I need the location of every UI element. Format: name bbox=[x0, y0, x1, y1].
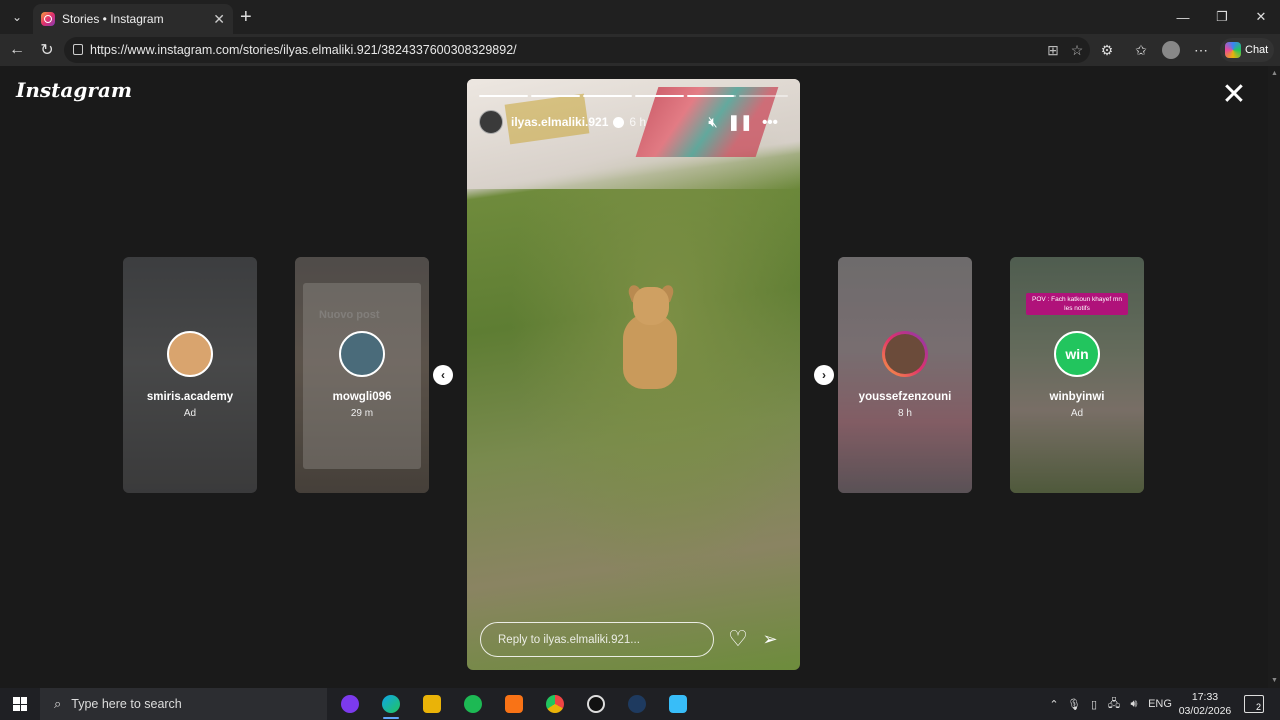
network-icon[interactable]: 🖧︎ bbox=[1104, 688, 1124, 720]
address-toolbar: ← ↻ https://www.instagram.com/stories/il… bbox=[0, 34, 1280, 66]
active-story[interactable]: ilyas.elmaliki.921 6 h 🔇︎ ❚❚ ••• Reply t… bbox=[467, 79, 800, 670]
reply-placeholder: Reply to ilyas.elmaliki.921... bbox=[498, 633, 640, 646]
avatar: win bbox=[1054, 331, 1100, 377]
clock-time: 17:33 bbox=[1191, 691, 1219, 703]
avatar bbox=[339, 331, 385, 377]
search-placeholder: Type here to search bbox=[71, 697, 182, 711]
address-bar[interactable]: https://www.instagram.com/stories/ilyas.… bbox=[64, 37, 1090, 63]
tab-bar: ⌄ Stories • Instagram ✕ + — ❐ ✕ bbox=[0, 0, 1280, 34]
language-indicator[interactable]: ENG bbox=[1146, 688, 1174, 720]
windows-logo-icon bbox=[13, 697, 27, 711]
profile-avatar[interactable] bbox=[1156, 34, 1186, 66]
taskbar-app-recorder[interactable] bbox=[579, 692, 613, 716]
battery-icon[interactable]: ▯ bbox=[1084, 688, 1104, 720]
share-send-icon[interactable]: ➢ bbox=[758, 627, 782, 651]
close-icon[interactable]: ✕ bbox=[1218, 80, 1250, 112]
microphone-icon[interactable]: 🎙︎ bbox=[1064, 688, 1084, 720]
copilot-chat-button[interactable]: Chat bbox=[1220, 38, 1274, 62]
more-menu-icon[interactable]: ⋯ bbox=[1186, 34, 1216, 66]
pause-icon[interactable]: ❚❚ bbox=[727, 110, 752, 134]
taskbar-clock[interactable]: 17:33 03/02/2026 bbox=[1172, 690, 1238, 718]
progress-segment bbox=[635, 95, 684, 97]
scroll-up-icon[interactable]: ▲ bbox=[1271, 70, 1278, 77]
story-username: winbyinwi bbox=[1049, 391, 1105, 403]
lock-icon bbox=[73, 44, 83, 55]
story-time: 6 h bbox=[629, 115, 647, 129]
close-window-button[interactable]: ✕ bbox=[1242, 0, 1280, 34]
story-progress-bar bbox=[479, 95, 788, 97]
story-author-avatar[interactable] bbox=[479, 110, 503, 134]
story-sub: Ad bbox=[183, 408, 197, 419]
tab-instagram-stories[interactable]: Stories • Instagram ✕ bbox=[33, 4, 233, 34]
story-card-mowgli096[interactable]: Nuovo post mowgli096 29 m bbox=[295, 257, 429, 493]
refresh-button[interactable]: ↻ bbox=[32, 34, 62, 66]
progress-segment bbox=[531, 95, 580, 97]
progress-segment bbox=[739, 95, 788, 97]
muted-speaker-icon[interactable]: 🔇︎ bbox=[701, 110, 725, 134]
stories-page: Instagram ✕ smiris.academy Ad Nuovo post… bbox=[0, 66, 1280, 688]
copilot-icon bbox=[1225, 42, 1241, 58]
favorites-icon[interactable]: ✩ bbox=[1126, 34, 1156, 66]
taskbar-app-chat[interactable] bbox=[333, 692, 367, 716]
more-options-icon[interactable]: ••• bbox=[758, 110, 782, 134]
taskbar-search-box[interactable]: ⌕ Type here to search bbox=[40, 688, 327, 720]
instagram-favicon-icon bbox=[41, 12, 55, 26]
close-tab-icon[interactable]: ✕ bbox=[213, 11, 225, 28]
next-story-button[interactable]: › bbox=[814, 365, 834, 385]
story-sub: Ad bbox=[1070, 408, 1084, 419]
favorite-star-icon[interactable]: ☆ bbox=[1063, 37, 1091, 63]
scroll-down-icon[interactable]: ▼ bbox=[1271, 677, 1278, 684]
search-icon: ⌕ bbox=[54, 696, 62, 711]
verified-icon bbox=[613, 116, 625, 128]
progress-segment bbox=[687, 95, 736, 97]
page-scrollbar[interactable]: ▲ ▼ bbox=[1268, 66, 1280, 688]
show-hidden-icons-icon[interactable]: ⌃ bbox=[1044, 688, 1064, 720]
taskbar-app-blue[interactable] bbox=[661, 692, 695, 716]
taskbar-app-steam[interactable] bbox=[620, 692, 654, 716]
tab-actions-button[interactable]: ⌄ bbox=[0, 0, 34, 34]
story-username: mowgli096 bbox=[332, 391, 392, 403]
instagram-logo[interactable]: Instagram bbox=[16, 78, 132, 102]
chat-label: Chat bbox=[1245, 44, 1269, 56]
tab-title: Stories • Instagram bbox=[62, 12, 164, 26]
previous-story-button[interactable]: ‹ bbox=[433, 365, 453, 385]
reply-input[interactable]: Reply to ilyas.elmaliki.921... bbox=[480, 622, 714, 657]
taskbar-app-orange[interactable] bbox=[497, 692, 531, 716]
avatar bbox=[167, 331, 213, 377]
story-card-youssefzenzouni[interactable]: youssefzenzouni 8 h bbox=[838, 257, 972, 493]
new-tab-button[interactable]: + bbox=[240, 6, 252, 29]
taskbar-app-spotify[interactable] bbox=[456, 692, 490, 716]
restore-button[interactable]: ❐ bbox=[1203, 0, 1241, 34]
taskbar-app-file-explorer[interactable] bbox=[415, 692, 449, 716]
start-button[interactable] bbox=[0, 688, 40, 720]
clock-date: 03/02/2026 bbox=[1178, 705, 1232, 717]
taskbar: ⌕ Type here to search ⌃ 🎙︎ ▯ 🖧︎ 🔊︎ ENG 1… bbox=[0, 688, 1280, 720]
progress-segment bbox=[583, 95, 632, 97]
story-card-winbyinwi[interactable]: POV : Fach katkoun khayef mn les notifs … bbox=[1010, 257, 1144, 493]
avatar bbox=[882, 331, 928, 377]
dog-image bbox=[615, 283, 685, 397]
progress-segment bbox=[479, 95, 528, 97]
like-heart-icon[interactable]: ♡ bbox=[726, 627, 750, 651]
story-overlay-caption: POV : Fach katkoun khayef mn les notifs bbox=[1026, 293, 1128, 315]
url-text: https://www.instagram.com/stories/ilyas.… bbox=[90, 43, 517, 57]
minimize-button[interactable]: — bbox=[1164, 0, 1202, 34]
story-card-smiris-academy[interactable]: smiris.academy Ad bbox=[123, 257, 257, 493]
extensions-icon[interactable]: ⚙ bbox=[1092, 34, 1122, 66]
story-author-name[interactable]: ilyas.elmaliki.921 bbox=[511, 115, 608, 129]
taskbar-app-edge[interactable] bbox=[374, 692, 408, 719]
back-button[interactable]: ← bbox=[2, 34, 32, 66]
story-username: youssefzenzouni bbox=[858, 391, 952, 403]
volume-icon[interactable]: 🔊︎ bbox=[1124, 688, 1144, 720]
notification-center-icon[interactable]: 2 bbox=[1244, 695, 1264, 713]
story-sub: 8 h bbox=[898, 408, 912, 419]
taskbar-app-chrome[interactable] bbox=[538, 692, 572, 716]
story-sub: 29 m bbox=[350, 408, 374, 419]
story-username: smiris.academy bbox=[146, 391, 234, 403]
